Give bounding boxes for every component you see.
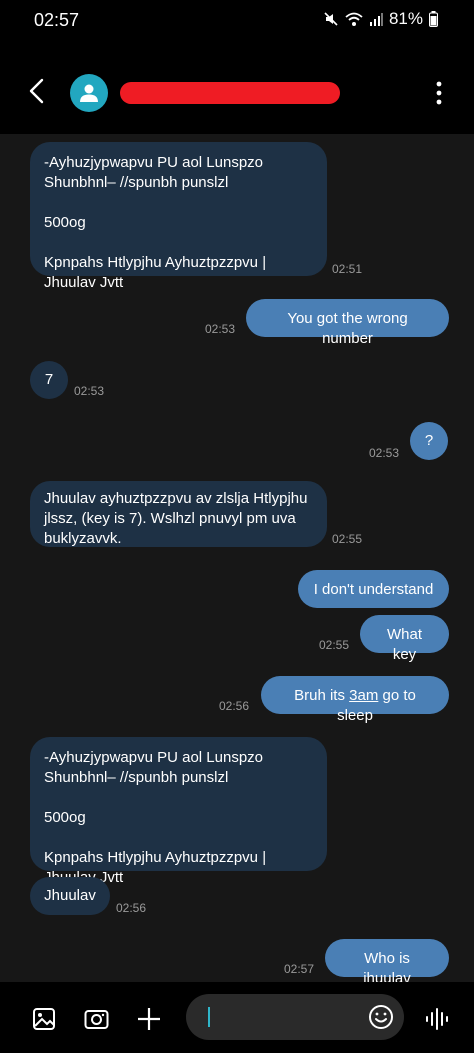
message-time: 02:53 — [369, 446, 400, 460]
message-text: Who is jhuulav — [363, 950, 411, 982]
voice-input-button[interactable] — [424, 1006, 450, 1032]
message-time: 02:53 — [205, 322, 236, 336]
message-bubble-outgoing[interactable]: You got the wrong number — [246, 299, 449, 347]
message-text: Jhuulav ayhuztpzzpvu av zlslja Htlypjhu … — [44, 490, 308, 547]
message-text: ? — [424, 432, 434, 449]
contact-name-redacted[interactable] — [120, 82, 340, 104]
message-time: 02:57 — [284, 962, 315, 976]
message-text: You got the wrong number — [287, 310, 408, 347]
message-text: 7 — [44, 371, 54, 388]
image-icon — [33, 1008, 55, 1030]
status-icons: 81% — [323, 9, 438, 29]
battery-icon — [429, 11, 438, 27]
message-bubble-outgoing[interactable]: Who is jhuulav — [325, 939, 449, 982]
composer-bar — [0, 982, 474, 1053]
more-options-button[interactable] — [434, 80, 444, 106]
wifi-icon — [345, 12, 363, 27]
message-text: -Ayhuzjypwapvu PU aol Lunspzo Shunbhnl– … — [44, 154, 264, 191]
emoji-button[interactable] — [368, 1004, 394, 1030]
messaging-screen: 02:57 81% -Ayhuzjypwapvu PU aol Lunspzo … — [0, 0, 474, 1053]
chevron-left-icon — [29, 78, 44, 104]
message-text: 500og — [44, 214, 86, 231]
message-time: 02:55 — [332, 532, 363, 546]
message-bubble-incoming[interactable]: 7 — [30, 361, 68, 399]
mute-icon — [323, 11, 339, 27]
camera-button[interactable] — [84, 1006, 110, 1032]
conversation-header — [0, 44, 474, 134]
voice-wave-icon — [426, 1008, 448, 1030]
message-bubble-incoming[interactable]: Jhuulav — [30, 877, 110, 915]
message-time: 02:56 — [116, 901, 147, 915]
message-bubble-incoming[interactable]: -Ayhuzjypwapvu PU aol Lunspzo Shunbhnl– … — [30, 142, 327, 291]
emoji-icon — [369, 1005, 393, 1029]
message-text: Kpnpahs Htlypjhu Ayhuztpzzpvu | Jhuulav … — [44, 254, 267, 291]
message-time: 02:55 — [319, 638, 350, 652]
message-bubble-outgoing[interactable]: ? — [410, 422, 448, 460]
add-attachment-button[interactable] — [136, 1006, 162, 1032]
status-bar: 02:57 81% — [0, 0, 474, 44]
message-bubble-outgoing[interactable]: What key — [360, 615, 449, 663]
status-time: 02:57 — [34, 10, 80, 30]
message-bubble-incoming[interactable]: -Ayhuzjypwapvu PU aol Lunspzo Shunbhnl– … — [30, 737, 327, 886]
message-bubble-outgoing[interactable]: Bruh its 3am go to sleep — [261, 676, 449, 724]
text-caret — [208, 1007, 210, 1027]
message-text: Bruh its — [294, 687, 350, 704]
battery-percent: 81% — [388, 9, 423, 28]
message-text: I don't understand — [313, 581, 434, 598]
person-icon — [80, 84, 98, 102]
back-button[interactable] — [22, 76, 52, 106]
more-vert-icon — [436, 81, 442, 105]
message-time: 02:51 — [332, 262, 363, 276]
signal-icon — [369, 12, 383, 26]
message-time-link[interactable]: 3am — [349, 687, 378, 704]
message-text: Jhuulav — [44, 887, 96, 904]
gallery-button[interactable] — [32, 1006, 58, 1032]
camera-icon — [84, 1010, 109, 1029]
message-text: -Ayhuzjypwapvu PU aol Lunspzo Shunbhnl– … — [44, 749, 264, 786]
message-bubble-outgoing[interactable]: I don't understand — [298, 570, 449, 608]
plus-icon — [138, 1008, 160, 1030]
message-text: 500og — [44, 809, 86, 826]
message-input[interactable] — [186, 994, 404, 1040]
message-time: 02:53 — [74, 384, 105, 398]
message-time: 02:56 — [219, 699, 250, 713]
message-bubble-incoming[interactable]: Jhuulav ayhuztpzzpvu av zlslja Htlypjhu … — [30, 481, 327, 547]
message-list[interactable]: -Ayhuzjypwapvu PU aol Lunspzo Shunbhnl– … — [0, 134, 474, 982]
avatar[interactable] — [70, 74, 108, 112]
message-text: What key — [386, 626, 422, 663]
